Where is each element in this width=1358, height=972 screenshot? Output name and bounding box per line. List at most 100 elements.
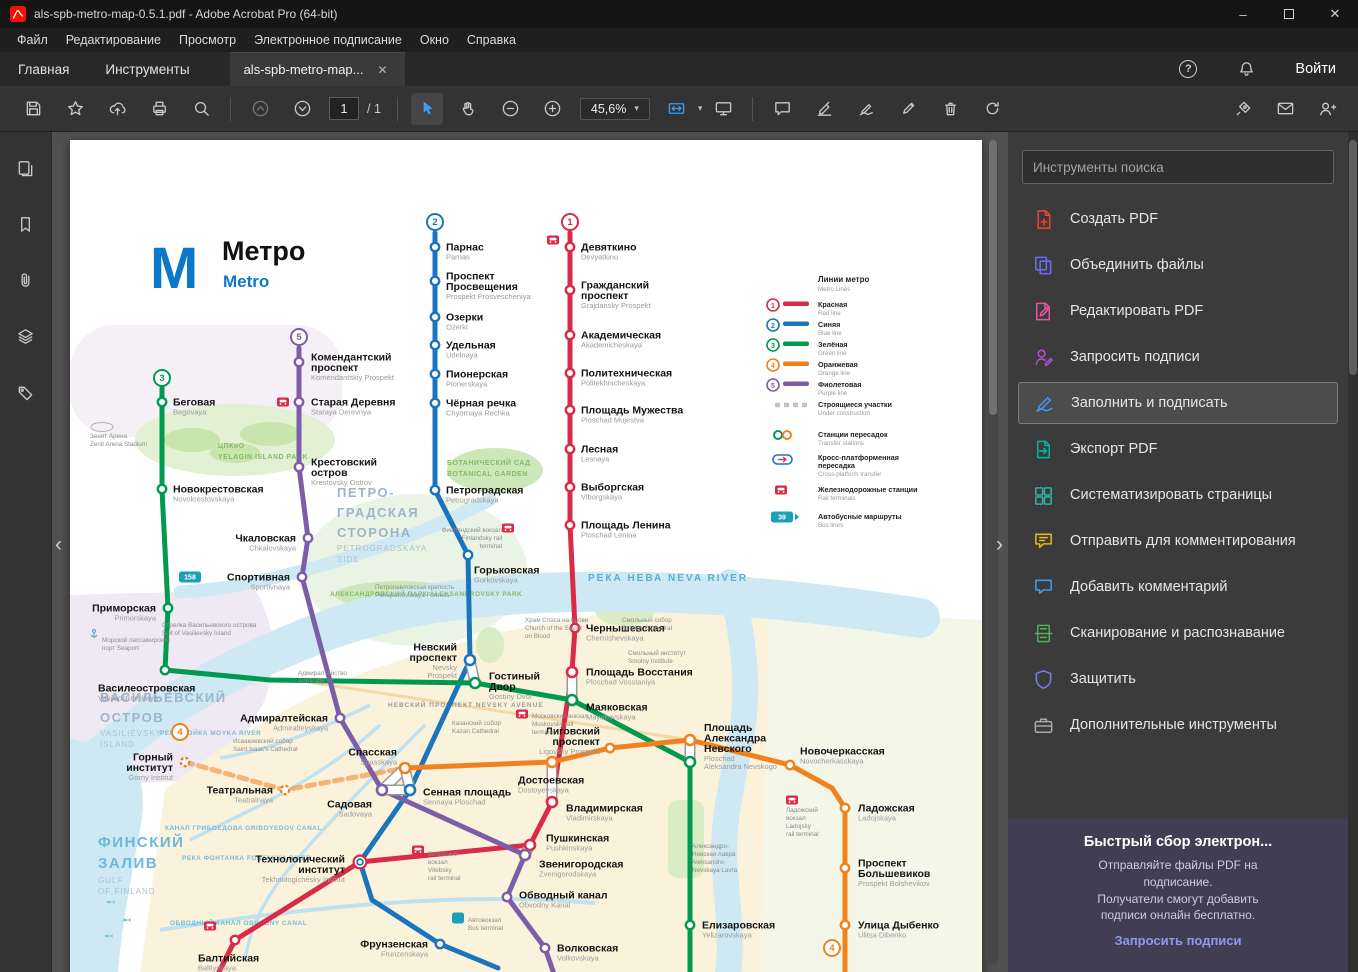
- promo-request-signatures-link[interactable]: Запросить подписи: [1034, 933, 1322, 948]
- layers-icon[interactable]: [10, 320, 42, 352]
- share-people-icon[interactable]: [1311, 93, 1343, 125]
- signature-pen-icon[interactable]: [850, 93, 882, 125]
- svg-text:СТОРОНА: СТОРОНА: [337, 525, 412, 540]
- svg-text:3: 3: [771, 343, 775, 350]
- tool-protect[interactable]: Защитить: [1008, 656, 1348, 702]
- svg-text:Chernishevskaya: Chernishevskaya: [586, 634, 644, 643]
- print-icon[interactable]: [143, 93, 175, 125]
- notifications-icon[interactable]: [1230, 53, 1262, 85]
- scrollbar-thumb[interactable]: [989, 140, 997, 415]
- fill-sign-quick-icon[interactable]: [1227, 93, 1259, 125]
- tool-export-pdf[interactable]: Экспорт PDF: [1008, 426, 1348, 472]
- hand-tool-icon[interactable]: [453, 93, 485, 125]
- document-area[interactable]: ПЕТРО-ГРАДСКАЯСТОРОНАPETROGRADSKAYASIDEВ…: [52, 132, 1008, 972]
- document-tab[interactable]: als-spb-metro-map... ✕: [230, 52, 405, 86]
- svg-text:Zvenigorodskaya: Zvenigorodskaya: [539, 870, 597, 879]
- svg-text:Синяя: Синяя: [818, 320, 840, 329]
- svg-text:Smolny Cathedral: Smolny Cathedral: [622, 625, 672, 632]
- svg-text:Sadovaya: Sadovaya: [339, 810, 373, 819]
- scrollbar-thumb[interactable]: [1349, 140, 1357, 375]
- tool-request-signatures[interactable]: Запросить подписи: [1008, 334, 1348, 380]
- close-button[interactable]: ✕: [1312, 0, 1358, 28]
- svg-text:Moskovsky rail: Moskovsky rail: [532, 721, 573, 728]
- svg-text:terminal: terminal: [480, 543, 502, 550]
- panel-scrollbar[interactable]: [1348, 132, 1358, 972]
- svg-text:Tekhnologichesky Institut: Tekhnologichesky Institut: [262, 875, 346, 884]
- tool-create-pdf[interactable]: Создать PDF: [1008, 196, 1348, 242]
- menu-item[interactable]: Файл: [8, 33, 57, 47]
- metro-map: ПЕТРО-ГРАДСКАЯСТОРОНАPETROGRADSKAYASIDEВ…: [70, 140, 982, 972]
- svg-text:Линии метро: Линии метро: [818, 275, 869, 284]
- zoom-level: 45,6%: [591, 102, 626, 116]
- organize-pages-icon: [1032, 484, 1055, 507]
- tool-edit-pdf[interactable]: Редактировать PDF: [1008, 288, 1348, 334]
- svg-text:VASILIEVSKY: VASILIEVSKY: [100, 729, 162, 738]
- help-icon[interactable]: ?: [1179, 60, 1197, 78]
- tool-add-comment[interactable]: Добавить комментарий: [1008, 564, 1348, 610]
- tool-more-tools[interactable]: Дополнительные инструменты: [1008, 702, 1348, 748]
- svg-text:4: 4: [771, 363, 775, 370]
- svg-text:Автовокзал: Автовокзал: [468, 917, 502, 924]
- previous-page-icon[interactable]: [244, 93, 276, 125]
- tool-combine-files[interactable]: Объединить файлы: [1008, 242, 1348, 288]
- tool-label: Систематизировать страницы: [1070, 487, 1272, 503]
- attachments-icon[interactable]: [10, 264, 42, 296]
- page-thumbnails-icon[interactable]: [10, 152, 42, 184]
- bookmarks-icon[interactable]: [10, 208, 42, 240]
- draw-pencil-icon[interactable]: [892, 93, 924, 125]
- tool-organize-pages[interactable]: Систематизировать страницы: [1008, 472, 1348, 518]
- svg-text:Church of the Savior: Church of the Savior: [525, 625, 582, 632]
- tool-label: Объединить файлы: [1070, 257, 1204, 273]
- menu-item[interactable]: Редактирование: [57, 33, 170, 47]
- svg-text:Витебский: Витебский: [428, 850, 459, 858]
- menu-item[interactable]: Окно: [411, 33, 458, 47]
- tab-home[interactable]: Главная: [0, 52, 87, 86]
- email-icon[interactable]: [1269, 93, 1301, 125]
- svg-text:GULF: GULF: [98, 876, 123, 885]
- svg-text:Cross-platform transfer: Cross-platform transfer: [818, 471, 881, 478]
- svg-text:Politekhnicheskaya: Politekhnicheskaya: [581, 379, 646, 388]
- menu-item[interactable]: Электронное подписание: [245, 33, 411, 47]
- tool-fill-sign[interactable]: Заполнить и подписать: [1018, 382, 1338, 424]
- highlighter-icon[interactable]: [808, 93, 840, 125]
- select-tool-icon[interactable]: [411, 93, 443, 125]
- svg-text:Ploschad Lenina: Ploschad Lenina: [581, 531, 637, 540]
- svg-text:Udelnaya: Udelnaya: [446, 351, 479, 360]
- tool-scan-ocr[interactable]: Сканирование и распознавание: [1008, 610, 1348, 656]
- cloud-upload-icon[interactable]: [101, 93, 133, 125]
- tools-search-input[interactable]: [1022, 150, 1334, 184]
- menu-item[interactable]: Справка: [458, 33, 525, 47]
- search-icon[interactable]: [185, 93, 217, 125]
- comment-icon[interactable]: [766, 93, 798, 125]
- pdf-page[interactable]: ПЕТРО-ГРАДСКАЯСТОРОНАPETROGRADSKAYASIDEВ…: [70, 140, 982, 972]
- next-page-icon[interactable]: [286, 93, 318, 125]
- more-tools-icon: [1032, 714, 1055, 737]
- reading-mode-icon[interactable]: [707, 93, 739, 125]
- collapse-left-panel-icon[interactable]: ‹: [55, 534, 62, 555]
- tool-send-comments[interactable]: Отправить для комментирования: [1008, 518, 1348, 564]
- zoom-out-icon[interactable]: [495, 93, 527, 125]
- maximize-button[interactable]: [1266, 0, 1312, 28]
- svg-text:Novocherkasskaya: Novocherkasskaya: [800, 757, 864, 766]
- delete-icon[interactable]: [934, 93, 966, 125]
- tool-label: Редактировать PDF: [1070, 303, 1203, 319]
- page-number-input[interactable]: [329, 97, 359, 120]
- tab-tools[interactable]: Инструменты: [87, 52, 207, 86]
- tags-icon[interactable]: [10, 376, 42, 408]
- close-tab-icon[interactable]: ✕: [378, 63, 388, 77]
- menu-item[interactable]: Просмотр: [170, 33, 245, 47]
- zoom-in-icon[interactable]: [537, 93, 569, 125]
- svg-text:Transfer stations: Transfer stations: [818, 440, 864, 447]
- favorites-star-icon[interactable]: [59, 93, 91, 125]
- fit-width-icon[interactable]: [661, 93, 693, 125]
- zoom-control[interactable]: 45,6% ▾: [580, 98, 650, 120]
- refresh-icon[interactable]: [976, 93, 1008, 125]
- tools-panel: Создать PDF Объединить файлы Редактировать…: [1008, 132, 1348, 972]
- sign-in-button[interactable]: Войти: [1295, 61, 1336, 77]
- svg-text:Фиолетовая: Фиолетовая: [818, 380, 861, 389]
- save-icon[interactable]: [17, 93, 49, 125]
- minimize-button[interactable]: –: [1220, 0, 1266, 28]
- collapse-right-panel-icon[interactable]: ›: [996, 534, 1003, 555]
- svg-text:ISLAND: ISLAND: [100, 740, 135, 749]
- svg-text:Grajdansky Prospekt: Grajdansky Prospekt: [581, 301, 652, 310]
